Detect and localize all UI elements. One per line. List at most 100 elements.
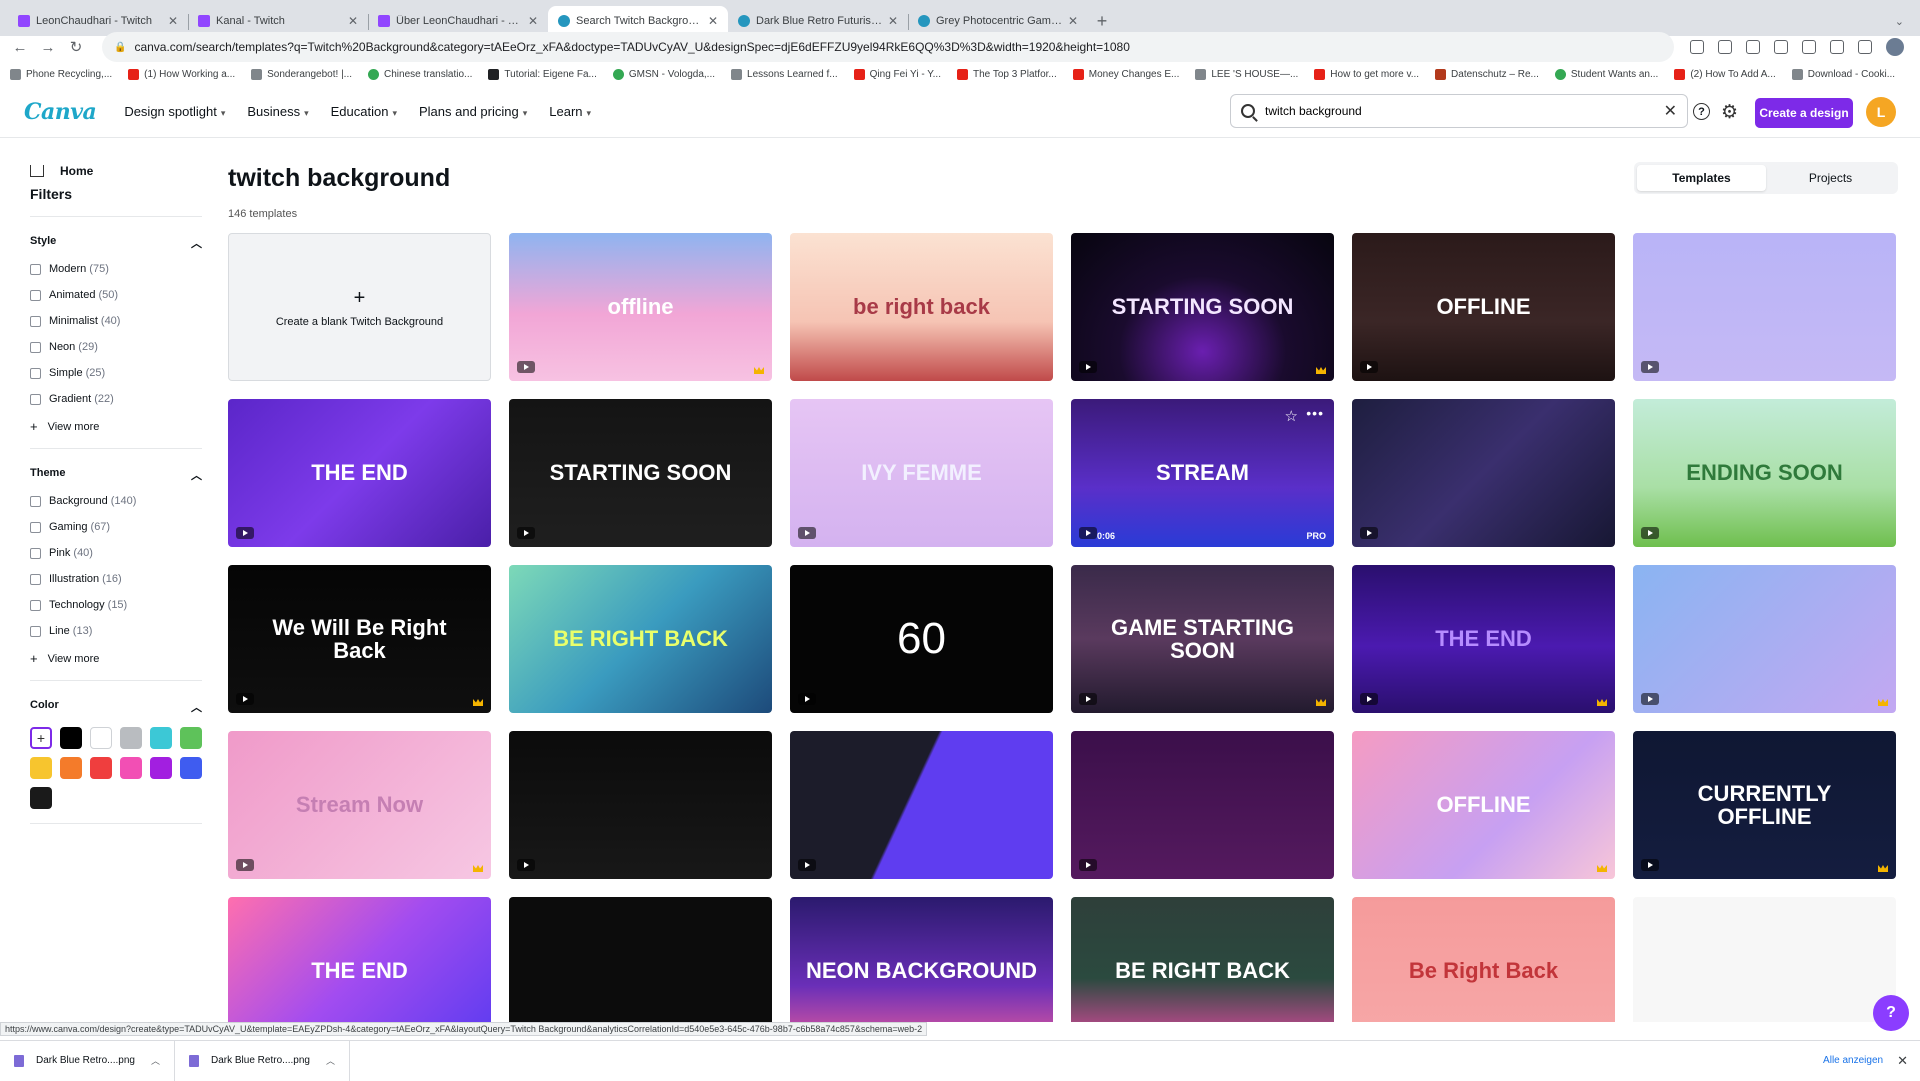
template-card[interactable]: [509, 731, 772, 879]
header-nav-item[interactable]: Learn ▾: [549, 104, 591, 119]
clear-search-icon[interactable]: ✕: [1664, 101, 1677, 121]
forward-arrow-icon[interactable]: →: [36, 35, 60, 59]
checkbox[interactable]: [30, 573, 41, 585]
play-icon[interactable]: [1360, 361, 1378, 373]
help-icon[interactable]: ?: [1693, 103, 1710, 120]
sidebar-icon[interactable]: [1858, 40, 1872, 54]
play-icon[interactable]: [517, 859, 535, 871]
color-swatch[interactable]: [120, 757, 142, 779]
bookmark-item[interactable]: Money Changes E...: [1072, 68, 1179, 80]
template-card[interactable]: [509, 897, 772, 1022]
checkbox[interactable]: [30, 625, 41, 637]
style-view-more[interactable]: + View more: [30, 419, 202, 434]
header-nav-item[interactable]: Education ▾: [331, 104, 397, 119]
theme-view-more[interactable]: + View more: [30, 651, 202, 666]
filter-option[interactable]: Line (13): [30, 625, 202, 637]
download-item[interactable]: Dark Blue Retro....png ︿: [0, 1040, 175, 1081]
play-icon[interactable]: [798, 859, 816, 871]
show-all-downloads-link[interactable]: Alle anzeigen: [1823, 1055, 1883, 1066]
bookmark-item[interactable]: LEE 'S HOUSE—...: [1195, 68, 1298, 80]
color-swatch[interactable]: [90, 727, 112, 749]
play-icon[interactable]: [1360, 693, 1378, 705]
chevron-up-icon[interactable]: ︿: [191, 467, 202, 483]
url-bar[interactable]: 🔒 canva.com/search/templates?q=Twitch%20…: [102, 32, 1674, 62]
template-card[interactable]: Be Right Back: [1352, 897, 1615, 1022]
bookmark-item[interactable]: GMSN - Vologda,...: [612, 68, 715, 80]
template-card[interactable]: be right back: [790, 233, 1053, 381]
template-card[interactable]: [1633, 897, 1896, 1022]
avatar[interactable]: L: [1866, 97, 1896, 127]
checkbox[interactable]: [30, 495, 41, 507]
reload-icon[interactable]: ↻: [64, 35, 88, 59]
bookmark-item[interactable]: (2) How To Add A...: [1674, 68, 1776, 80]
play-icon[interactable]: [798, 527, 816, 539]
play-icon[interactable]: [1079, 361, 1097, 373]
template-card[interactable]: ENDING SOON: [1633, 399, 1896, 547]
filter-option[interactable]: Animated (50): [30, 289, 202, 301]
template-card[interactable]: [790, 731, 1053, 879]
chevron-up-icon[interactable]: ︿: [326, 1054, 335, 1067]
close-icon[interactable]: ✕: [708, 14, 718, 28]
close-icon[interactable]: ✕: [1897, 1053, 1908, 1069]
template-card[interactable]: 60: [790, 565, 1053, 713]
template-card[interactable]: IVY FEMME: [790, 399, 1053, 547]
search-input[interactable]: [1265, 104, 1664, 118]
back-arrow-icon[interactable]: ←: [8, 35, 32, 59]
share-icon[interactable]: [1718, 40, 1732, 54]
template-card[interactable]: OFFLINE: [1352, 233, 1615, 381]
close-icon[interactable]: ✕: [168, 14, 178, 28]
filter-option[interactable]: Illustration (16): [30, 573, 202, 585]
close-icon[interactable]: ✕: [348, 14, 358, 28]
template-card[interactable]: STARTING SOON: [1071, 233, 1334, 381]
color-filter-header[interactable]: Color ︿: [30, 699, 202, 715]
profile-avatar-icon[interactable]: [1886, 38, 1904, 56]
filter-option[interactable]: Minimalist (40): [30, 315, 202, 327]
bookmark-item[interactable]: The Top 3 Platfor...: [956, 68, 1057, 80]
color-swatch[interactable]: [90, 757, 112, 779]
bookmark-item[interactable]: Qing Fei Yi - Y...: [853, 68, 941, 80]
sidebar-home[interactable]: Home: [30, 164, 200, 178]
template-card[interactable]: [1633, 233, 1896, 381]
filter-option[interactable]: Gaming (67): [30, 521, 202, 533]
bookmark-item[interactable]: Datenschutz – Re...: [1435, 68, 1539, 80]
bookmark-item[interactable]: Student Wants an...: [1554, 68, 1658, 80]
template-card[interactable]: BE RIGHT BACK: [1071, 897, 1334, 1022]
play-icon[interactable]: [1641, 859, 1659, 871]
template-card[interactable]: BE RIGHT BACK: [509, 565, 772, 713]
play-icon[interactable]: [236, 527, 254, 539]
chevron-up-icon[interactable]: ︿: [191, 235, 202, 251]
bookmark-item[interactable]: Lessons Learned f...: [731, 68, 838, 80]
bookmark-item[interactable]: Phone Recycling,...: [10, 68, 112, 80]
checkbox[interactable]: [30, 289, 41, 301]
play-icon[interactable]: [1641, 361, 1659, 373]
filter-option[interactable]: Simple (25): [30, 367, 202, 379]
create-blank-card[interactable]: + Create a blank Twitch Background: [228, 233, 491, 381]
checkbox[interactable]: [30, 393, 41, 405]
extension-icon[interactable]: [1774, 40, 1788, 54]
play-icon[interactable]: [236, 693, 254, 705]
template-card[interactable]: THE END: [228, 897, 491, 1022]
filter-option[interactable]: Neon (29): [30, 341, 202, 353]
filter-option[interactable]: Background (140): [30, 495, 202, 507]
tab-projects[interactable]: Projects: [1766, 165, 1895, 191]
bookmark-item[interactable]: Sonderangebot! |...: [251, 68, 352, 80]
checkbox[interactable]: [30, 263, 41, 275]
tab-search-chevron-icon[interactable]: ⌄: [1895, 6, 1904, 36]
play-icon[interactable]: [1079, 527, 1097, 539]
template-card[interactable]: We Will Be Right Back: [228, 565, 491, 713]
filter-option[interactable]: Pink (40): [30, 547, 202, 559]
template-card[interactable]: CURRENTLY OFFLINE: [1633, 731, 1896, 879]
template-card[interactable]: THE END: [1352, 565, 1615, 713]
bookmark-star-icon[interactable]: [1746, 40, 1760, 54]
chevron-up-icon[interactable]: ︿: [191, 699, 202, 715]
template-card[interactable]: [1352, 399, 1615, 547]
color-swatch[interactable]: [60, 727, 82, 749]
bookmark-item[interactable]: Chinese translatio...: [368, 68, 472, 80]
play-icon[interactable]: [236, 859, 254, 871]
filter-option[interactable]: Modern (75): [30, 263, 202, 275]
color-swatch[interactable]: [30, 787, 52, 809]
more-options-icon[interactable]: •••: [1306, 405, 1324, 421]
play-icon[interactable]: [1079, 859, 1097, 871]
bookmark-item[interactable]: Download - Cooki...: [1791, 68, 1895, 80]
color-swatch[interactable]: [180, 757, 202, 779]
